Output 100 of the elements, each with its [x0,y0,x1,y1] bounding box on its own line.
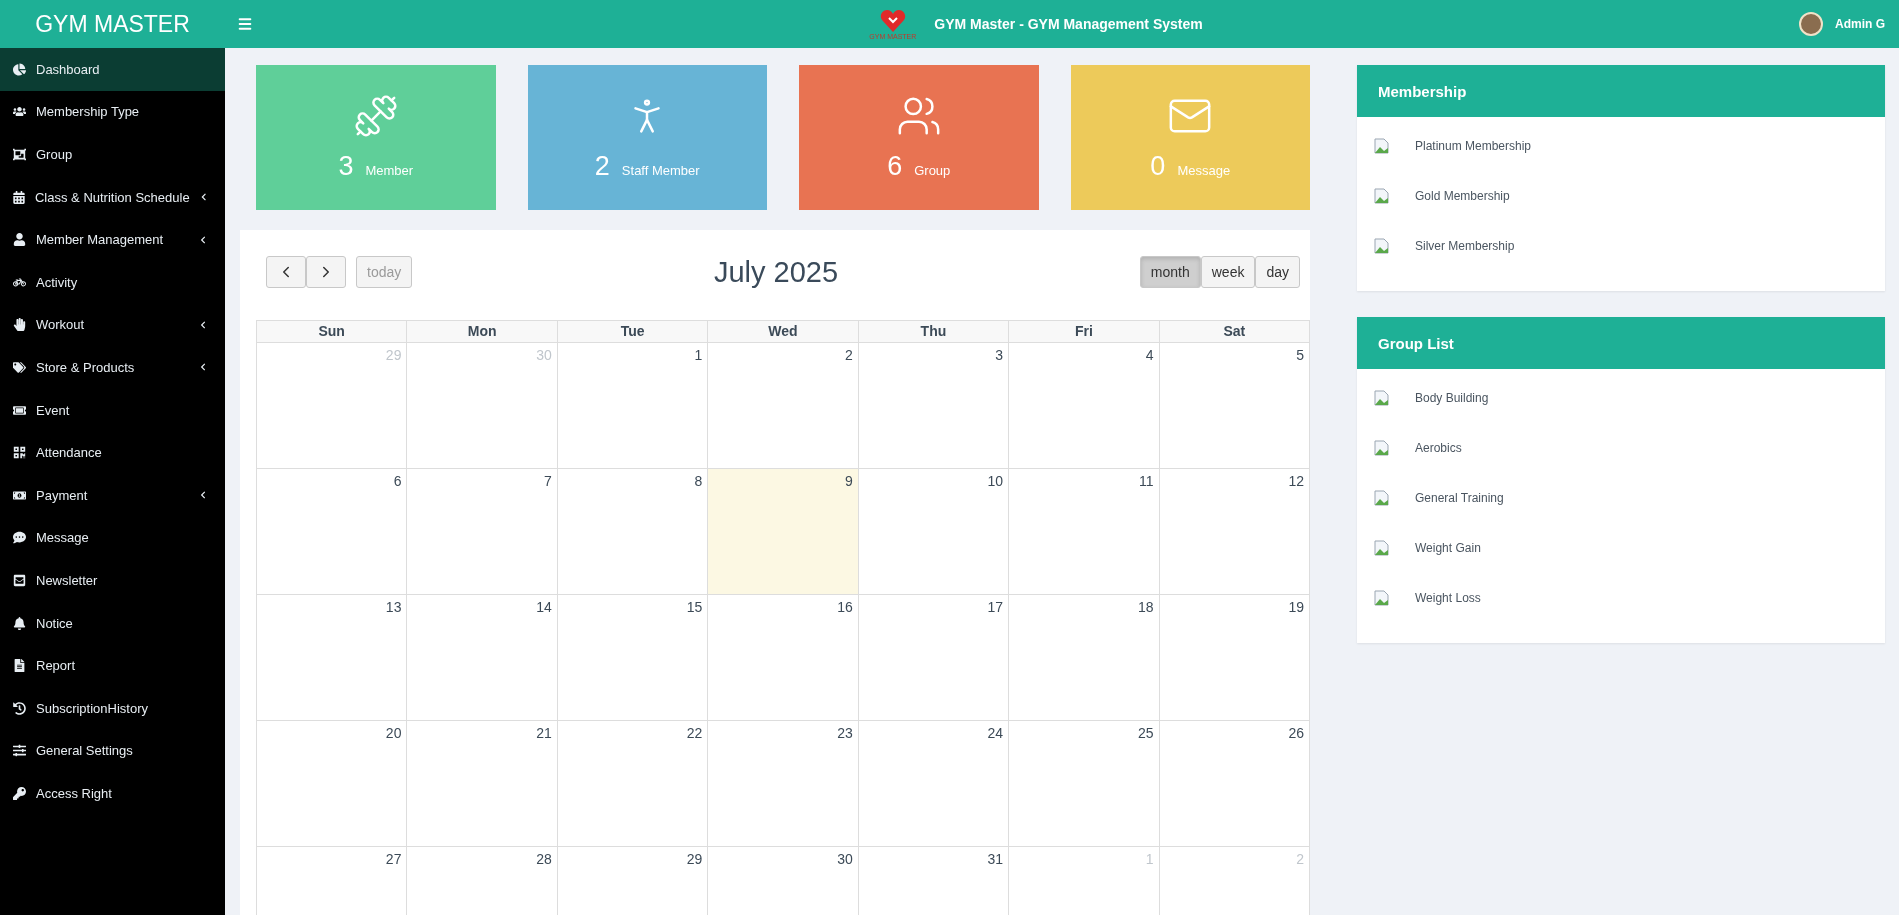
day-number: 25 [1138,725,1154,741]
day-number: 8 [694,473,703,489]
sidebar-item[interactable]: Class & Nutrition Schedule [0,175,225,219]
weekday-header: Wed [708,320,859,343]
sidebar-item[interactable]: Membership Type [0,90,225,134]
day-number: 23 [837,725,853,741]
day-number: 29 [385,347,402,363]
sidebar-item[interactable]: Newsletter [0,559,225,602]
day-cell[interactable]: 23 [708,721,859,847]
day-number: 17 [987,599,1004,615]
pie-chart-icon [13,62,26,76]
list-item[interactable]: Weight Gain [1415,541,1481,555]
day-cell[interactable]: 16 [708,595,859,721]
brand-title: GYM MASTER [34,10,191,38]
sidebar-item[interactable]: General Settings [0,729,225,773]
day-cell[interactable]: 10 [858,469,1010,595]
day-cell[interactable]: 26 [1159,721,1310,847]
stat-label: Group [914,163,951,178]
stat-count: 2 [594,151,610,182]
stat-label: Staff Member [621,163,700,178]
day-cell[interactable]: 22 [557,721,709,847]
day-cell[interactable]: 24 [858,721,1010,847]
day-cell[interactable]: 25 [1009,721,1160,847]
weekday-header: Tue [557,320,709,343]
weekday-header: Fri [1009,320,1160,343]
list-item[interactable]: Gold Membership [1415,189,1510,203]
broken-image-icon [1373,389,1391,407]
sidebar-item[interactable]: Notice [0,601,225,645]
list-item[interactable]: Weight Loss [1415,591,1481,605]
previous-button[interactable] [266,256,306,288]
weekday-header: Thu [858,320,1010,343]
app-title: GYM Master - GYM Management System [934,16,1203,32]
sidebar-item[interactable]: Group [0,133,225,176]
day-number: 7 [544,473,552,489]
day-cell[interactable]: 20 [257,721,408,847]
day-cell[interactable]: 2 [708,343,859,469]
sidebar-item[interactable]: Activity [0,260,225,304]
sidebar-item[interactable]: Workout [0,303,225,347]
list-item[interactable]: Platinum Membership [1415,139,1532,153]
day-number: 1 [1145,851,1154,867]
day-cell[interactable]: 5 [1159,343,1310,469]
stat-count: 0 [1150,151,1166,182]
list-item[interactable]: Aerobics [1415,441,1462,455]
sidebar-item[interactable]: Store & Products [0,346,225,389]
sidebar-item[interactable]: Report [0,644,225,687]
day-number: 26 [1288,725,1304,741]
sidebar-item[interactable]: Dashboard [0,48,225,91]
day-number: 4 [1145,347,1154,363]
key-icon [13,786,26,800]
day-cell[interactable]: 7 [407,469,558,595]
view-button[interactable]: month [1139,256,1201,288]
list-item[interactable]: Body Building [1415,391,1489,405]
day-cell[interactable]: 21 [407,721,558,847]
view-button[interactable]: week [1200,256,1256,288]
day-number: 14 [536,599,552,615]
day-cell[interactable]: 6 [257,469,408,595]
day-number: 6 [393,473,402,489]
day-cell[interactable]: 14 [407,595,558,721]
day-number: 2 [844,347,853,363]
next-button[interactable] [306,256,346,288]
broken-image-icon [1373,439,1391,457]
day-cell[interactable]: 1 [557,343,709,469]
sidebar-item[interactable]: Attendance [0,431,225,474]
list-item[interactable]: General Training [1415,491,1504,505]
heart-logo-icon [879,8,906,33]
day-cell[interactable]: 9 [708,469,859,595]
weekday-header: Sun [257,320,408,343]
calendar-icon [13,190,25,204]
avatar-icon[interactable] [1799,12,1823,36]
view-button[interactable]: day [1255,256,1300,288]
stat-count: 3 [338,151,354,182]
day-number: 19 [1288,599,1304,615]
sidebar-item[interactable]: Member Management [0,218,225,261]
day-cell[interactable]: 19 [1159,595,1310,721]
day-cell[interactable]: 11 [1009,469,1160,595]
chat-icon [13,531,26,545]
day-cell[interactable]: 8 [557,469,709,595]
day-number: 9 [844,473,853,489]
hand-icon [13,318,26,332]
day-cell[interactable]: 13 [257,595,408,721]
day-cell[interactable]: 3 [858,343,1010,469]
sidebar-item[interactable]: Event [0,388,225,432]
sidebar-item[interactable]: Message [0,516,225,560]
bell-icon [13,616,26,630]
list-item[interactable]: Silver Membership [1415,239,1515,253]
panel-title: Membership [1357,65,1885,117]
day-cell[interactable]: 12 [1159,469,1310,595]
sidebar-item[interactable]: Payment [0,473,225,517]
day-number: 27 [385,851,402,867]
day-cell[interactable]: 15 [557,595,709,721]
menu-icon[interactable] [237,16,253,32]
day-cell[interactable]: 18 [1009,595,1160,721]
broken-image-icon [1373,539,1391,557]
day-number: 30 [536,347,552,363]
sidebar-item[interactable]: SubscriptionHistory [0,686,225,730]
day-cell[interactable]: 4 [1009,343,1160,469]
stat-count: 6 [887,151,903,182]
day-number: 5 [1296,347,1304,363]
day-cell[interactable]: 17 [858,595,1010,721]
sidebar-item[interactable]: Access Right [0,772,225,815]
